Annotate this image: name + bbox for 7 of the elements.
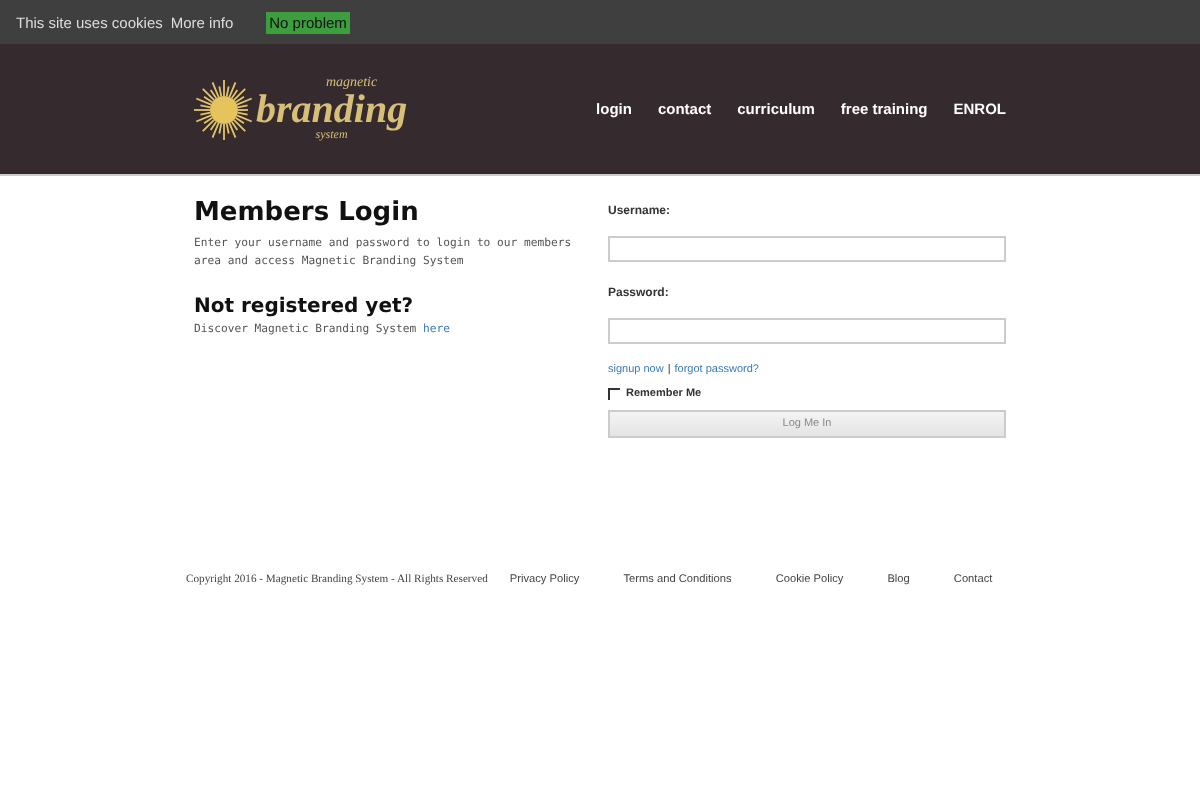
logo-wordmark: branding — [256, 90, 408, 130]
section-heading: Not registered yet? — [194, 295, 416, 318]
username-field[interactable] — [608, 236, 1006, 262]
sun-icon — [194, 79, 254, 139]
password-field[interactable] — [608, 318, 1006, 344]
remember-checkbox[interactable] — [608, 388, 620, 400]
page-title: Members Login — [194, 198, 421, 228]
